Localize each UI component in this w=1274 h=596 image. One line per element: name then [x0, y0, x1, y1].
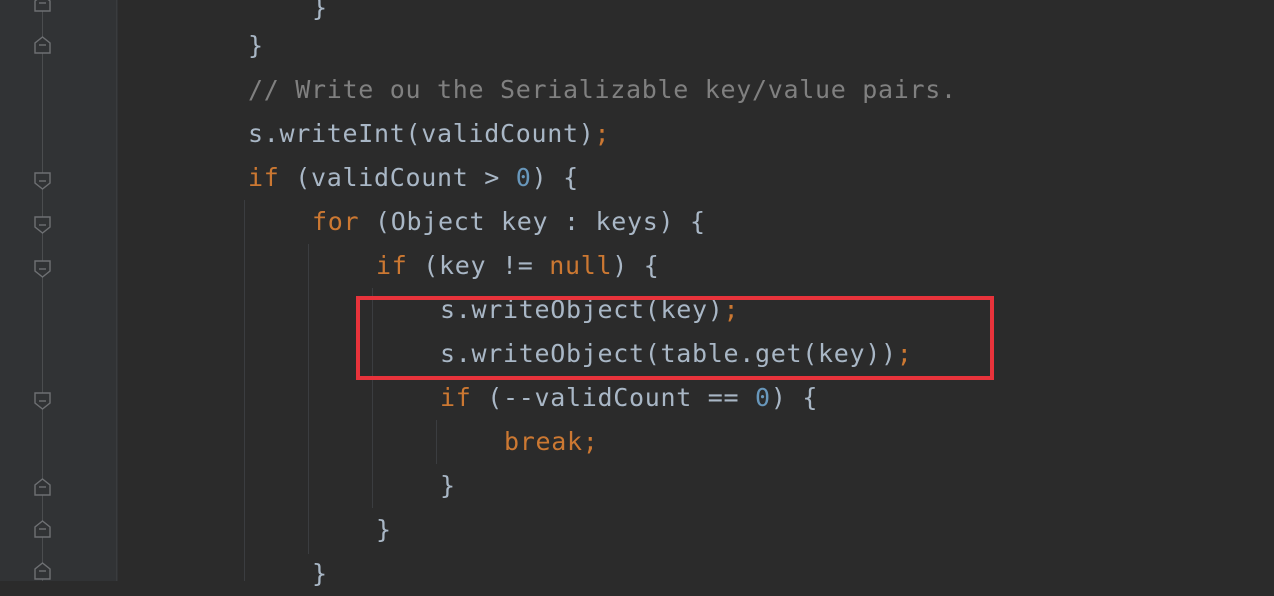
code-line[interactable]: if (--validCount == 0) {	[440, 376, 818, 420]
code-token: }	[376, 515, 392, 544]
fold-start-icon[interactable]	[33, 260, 52, 278]
code-token: ;	[594, 119, 611, 148]
code-line[interactable]: }	[312, 0, 328, 30]
code-line[interactable]: for (Object key : keys) {	[312, 200, 706, 244]
indent-guide	[244, 200, 245, 581]
indent-guide	[436, 420, 437, 464]
gutter-separator	[116, 0, 117, 581]
code-token: (key !=	[407, 251, 550, 280]
code-token: }	[312, 0, 328, 22]
code-token: ) {	[770, 383, 819, 412]
code-line[interactable]: s.writeInt(validCount);	[248, 112, 610, 156]
code-token: (Object key : keys) {	[359, 207, 706, 236]
fold-end-icon[interactable]	[33, 562, 52, 580]
fold-end-icon[interactable]	[33, 36, 52, 54]
fold-end-icon[interactable]	[33, 520, 52, 538]
code-token: if	[248, 163, 280, 192]
fold-start-icon[interactable]	[33, 216, 52, 234]
fold-start-icon[interactable]	[33, 172, 52, 190]
code-line[interactable]: }	[440, 464, 456, 508]
code-token: ) {	[612, 251, 660, 280]
code-line[interactable]: }	[248, 24, 264, 68]
code-token: ;	[582, 427, 599, 456]
code-token: 0	[755, 383, 771, 412]
code-token: for	[312, 207, 360, 236]
code-token: s.writeInt(validCount)	[248, 119, 595, 148]
code-token: (--validCount ==	[471, 383, 756, 412]
code-token: if	[376, 251, 408, 280]
code-line[interactable]: // Write ou the Serializable key/value p…	[248, 68, 957, 112]
code-line[interactable]: }	[376, 508, 392, 552]
code-line[interactable]: if (validCount > 0) {	[248, 156, 579, 200]
code-token: // Write ou the Serializable key/value p…	[248, 75, 957, 104]
editor-gutter	[0, 0, 118, 581]
code-line[interactable]: if (key != null) {	[376, 244, 660, 288]
code-line[interactable]: break;	[504, 420, 599, 464]
fold-end-icon[interactable]	[33, 0, 52, 12]
code-token: break	[504, 427, 583, 456]
code-token: 0	[515, 163, 532, 192]
code-token: if	[440, 383, 472, 412]
code-token: }	[312, 559, 328, 588]
code-token: }	[248, 31, 264, 60]
highlight-annotation-box	[356, 296, 994, 380]
code-line[interactable]: }	[312, 552, 328, 596]
code-token: null	[549, 251, 613, 280]
code-token: (validCount >	[279, 163, 516, 192]
code-token: ) {	[531, 163, 579, 192]
fold-start-icon[interactable]	[33, 392, 52, 410]
fold-end-icon[interactable]	[33, 478, 52, 496]
indent-guide	[308, 244, 309, 554]
code-token: }	[440, 471, 456, 500]
